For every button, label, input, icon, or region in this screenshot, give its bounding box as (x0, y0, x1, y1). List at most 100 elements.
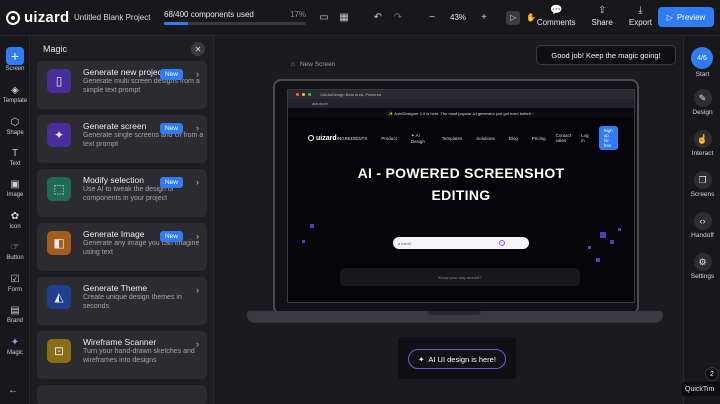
design-canvas[interactable]: Good job! Keep the magic going! ⌂ New Sc… (215, 37, 683, 404)
rail-item-button[interactable]: ☞ Button (0, 240, 30, 262)
hero-strip: Know your way around? (340, 268, 580, 286)
card-desc: Generate multi screen designs from a sim… (83, 78, 200, 94)
uizard-logo-icon (6, 10, 20, 25)
share-label: Share (591, 18, 613, 27)
rail-item-label: Screen (5, 66, 25, 72)
zoom-in-icon[interactable]: + (476, 10, 492, 26)
card-generate-image[interactable]: ◧ Generate Image Generate any image you … (37, 223, 207, 271)
nav-link: Pricing (531, 135, 546, 141)
magic-icon: ✦ (10, 336, 20, 348)
zoom-level[interactable]: 43% (450, 13, 466, 22)
magic-card-list: ▯ Generate new project Generate multi sc… (31, 61, 213, 404)
rail-settings[interactable]: ⚙ Settings (684, 253, 720, 280)
rail-label: Screens (690, 191, 715, 198)
card-desc: Turn your hand-drawn sketches and wirefr… (83, 348, 195, 364)
text-icon: T (11, 147, 19, 159)
rail-item-text[interactable]: T Text (0, 146, 30, 168)
rail-interact[interactable]: ☝ Interact (684, 130, 720, 157)
project-icon: ▯ (47, 69, 71, 93)
zoom-out-icon[interactable]: − (424, 10, 440, 26)
card-wireframe-scanner[interactable]: ⊡ Wireframe Scanner Turn your hand-drawn… (37, 331, 207, 379)
theme-icon: ◭ (47, 285, 71, 309)
start-item[interactable]: Start (684, 71, 720, 78)
left-rail: + Screen ◈ Template ⬡ Shape T Text ▣ Ima… (0, 37, 30, 404)
card-partial[interactable] (37, 385, 207, 404)
nav-link: Product (381, 135, 397, 141)
project-title[interactable]: Untitled Blank Project (74, 13, 164, 22)
ai-ui-design-button[interactable]: ✦ AI UI design is here! (408, 349, 506, 369)
nav-link: Blog (508, 135, 518, 141)
rail-handoff[interactable]: ‹› Handoff (684, 212, 720, 239)
redo-icon[interactable]: ↷ (390, 10, 406, 26)
nav-link: Log in (581, 133, 589, 143)
form-icon: ☑ (10, 273, 20, 285)
preview-button[interactable]: ▷ Preview (658, 7, 714, 27)
site-logo-icon (308, 135, 314, 141)
card-generate-theme[interactable]: ◭ Generate Theme Create unique design th… (37, 277, 207, 325)
close-icon[interactable]: ✕ (191, 42, 205, 56)
quicktime-label[interactable]: QuickTim (682, 382, 720, 396)
grid-view-icon[interactable]: ▦ (336, 10, 352, 26)
notification-count[interactable]: 2 (705, 367, 719, 381)
rail-item-magic[interactable]: ✦ Magic (0, 335, 30, 357)
comments-button[interactable]: 💬 Comments (537, 4, 576, 28)
hero-line: AI - POWERED SCREENSHOT (357, 165, 565, 181)
rail-item-shape[interactable]: ⬡ Shape (0, 115, 30, 137)
share-button[interactable]: ⇪ Share (591, 4, 613, 28)
card-generate-screen[interactable]: ✦ Generate screen Generate single screen… (37, 115, 207, 163)
rail-label: Interact (691, 150, 714, 157)
rail-item-brand[interactable]: ▤ Brand (0, 303, 30, 325)
rail-item-label: Brand (6, 318, 23, 324)
new-badge: New (159, 177, 183, 188)
usage-text: 68/400 components used (164, 10, 254, 19)
browser-tab-bar: UiAutoDesign Beta Area, Powered (288, 90, 634, 99)
collapse-arrow-icon[interactable]: ← (8, 385, 18, 396)
select-tool-icon[interactable]: ▷ (506, 10, 521, 25)
home-icon: ⌂ (291, 61, 295, 68)
zoom-control: − 43% + (424, 10, 492, 26)
layers-icon: ◈ (11, 84, 19, 96)
desktop-view-icon[interactable]: ▭ (316, 10, 332, 26)
rail-item-template[interactable]: ◈ Template (0, 83, 30, 105)
top-bar: uizard Untitled Blank Project 68/400 com… (0, 0, 720, 36)
chevron-right-icon: › (196, 285, 199, 295)
screen-label[interactable]: ⌂ New Screen (291, 61, 335, 68)
minimize-dot-icon (302, 93, 305, 96)
site-nav: uizard INGREDIENTS Product ✦ AI Design T… (308, 126, 618, 150)
decor-square (302, 240, 305, 243)
icon-icon: ✿ (10, 210, 20, 222)
component-usage: 68/400 components used 17% (164, 10, 306, 25)
rail-item-screen[interactable]: + Screen (0, 47, 30, 72)
rail-screens[interactable]: ❐ Screens (684, 171, 720, 198)
rail-item-form[interactable]: ☑ Form (0, 272, 30, 294)
uizard-editor: uizard Untitled Blank Project 68/400 com… (0, 0, 720, 404)
card-generate-new-project[interactable]: ▯ Generate new project Generate multi sc… (37, 61, 207, 109)
card-modify-selection[interactable]: ⬚ Modify selection Use AI to tweak the d… (37, 169, 207, 217)
panel-title: Magic (43, 44, 68, 54)
chevron-right-icon: › (196, 339, 199, 349)
panel-header: Magic ✕ (31, 37, 213, 61)
hero-input-text: a travel (398, 240, 412, 246)
rail-item-image[interactable]: ▣ Image (0, 177, 30, 199)
undo-icon[interactable]: ↶ (370, 10, 386, 26)
button-icon: ☞ (10, 241, 20, 253)
rail-item-icon[interactable]: ✿ Icon (0, 209, 30, 231)
decor-square (310, 224, 314, 228)
code-icon: ‹› (693, 212, 712, 230)
chevron-right-icon: › (196, 231, 199, 241)
rail-item-label: Shape (6, 130, 24, 136)
rail-design[interactable]: ✎ Design (684, 89, 720, 116)
gear-icon: ⚙ (693, 253, 712, 271)
chevron-right-icon: › (196, 69, 199, 79)
hero-heading: AI - POWERED SCREENSHOT EDITING (288, 162, 634, 206)
export-button[interactable]: ⤓ Export (629, 4, 652, 28)
logo[interactable]: uizard (0, 9, 74, 26)
chevron-right-icon: › (196, 123, 199, 133)
card-title: Generate screen (83, 121, 147, 131)
decor-square (610, 240, 614, 244)
brand-icon: ▤ (10, 304, 20, 316)
card-title: Wireframe Scanner (83, 337, 157, 347)
start-label: Start (695, 71, 710, 78)
screenshot-browser[interactable]: UiAutoDesign Beta Area, Powered aiautocl… (287, 89, 635, 303)
onboarding-progress[interactable]: 4/6 (691, 47, 713, 69)
